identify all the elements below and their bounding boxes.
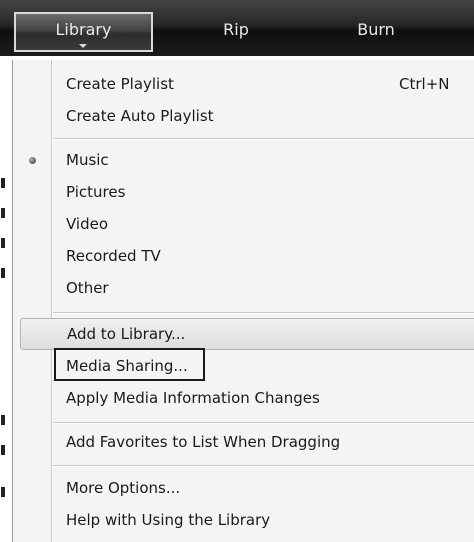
keyboard-focus-outline	[54, 348, 205, 381]
background-fragment	[1, 178, 5, 188]
menu-item-other[interactable]: Other	[13, 272, 471, 304]
menu-item-more-options[interactable]: More Options...	[13, 472, 471, 504]
menu-separator	[53, 312, 474, 314]
menu-item-apply-media-info[interactable]: Apply Media Information Changes	[13, 382, 471, 414]
background-fragment	[1, 445, 5, 455]
menu-separator	[53, 138, 474, 140]
menu-item-add-favorites[interactable]: Add Favorites to List When Dragging	[13, 426, 471, 458]
tab-library-label: Library	[55, 20, 112, 39]
menu-separator	[53, 422, 474, 424]
radio-selected-icon	[29, 157, 36, 164]
dropdown-arrow-icon	[79, 44, 87, 48]
player-tab-bar: Library Rip Burn	[0, 0, 474, 56]
menu-item-label: Apply Media Information Changes	[66, 389, 320, 407]
menu-item-label: Pictures	[66, 183, 126, 201]
menu-item-label: Create Playlist	[66, 75, 174, 93]
menu-item-add-to-library[interactable]: Add to Library...	[20, 318, 474, 350]
menu-item-label: Recorded TV	[66, 247, 161, 265]
tab-rip[interactable]: Rip	[196, 16, 276, 56]
menu-item-label: Other	[66, 279, 109, 297]
menu-item-create-auto-playlist[interactable]: Create Auto Playlist	[13, 100, 471, 132]
background-fragment	[1, 268, 5, 278]
menu-item-label: Music	[66, 151, 109, 169]
menu-item-pictures[interactable]: Pictures	[13, 176, 471, 208]
menu-item-label: Create Auto Playlist	[66, 107, 214, 125]
menu-item-label: Help with Using the Library	[66, 511, 271, 529]
menu-item-shortcut: Ctrl+N	[399, 75, 450, 93]
menu-item-label: More Options...	[66, 479, 181, 497]
background-fragment	[1, 487, 5, 497]
menu-item-music[interactable]: Music	[13, 144, 471, 176]
menu-item-create-playlist[interactable]: Create Playlist Ctrl+N	[13, 68, 471, 100]
tab-burn[interactable]: Burn	[336, 16, 416, 56]
background-fragment	[1, 208, 5, 218]
menu-item-recorded-tv[interactable]: Recorded TV	[13, 240, 471, 272]
menu-item-video[interactable]: Video	[13, 208, 471, 240]
tab-library[interactable]: Library	[14, 12, 153, 52]
menu-item-label: Video	[66, 215, 109, 233]
menu-item-help-library[interactable]: Help with Using the Library	[13, 504, 471, 536]
menu-item-label: Add to Library...	[67, 325, 186, 343]
background-fragment	[1, 238, 5, 248]
menu-item-label: Add Favorites to List When Dragging	[66, 433, 341, 451]
menu-separator	[53, 465, 474, 467]
library-dropdown-menu: Create Playlist Ctrl+N Create Auto Playl…	[12, 60, 474, 542]
background-fragment	[1, 415, 5, 425]
